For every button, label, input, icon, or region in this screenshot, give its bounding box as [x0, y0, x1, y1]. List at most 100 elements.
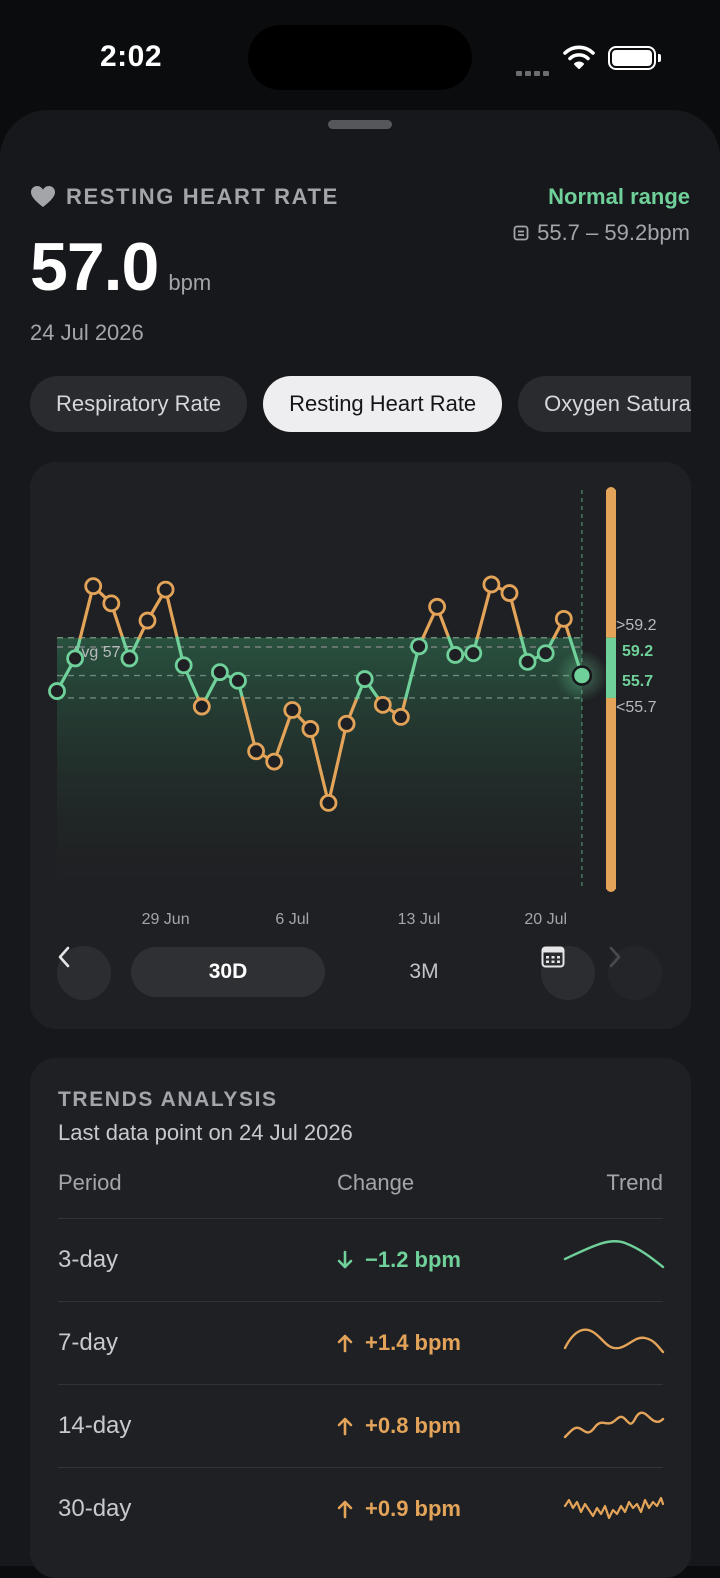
arrow-up-icon: [337, 1417, 353, 1436]
metric-header: RESTING HEART RATE: [30, 184, 339, 210]
range-label-below: <55.7: [616, 699, 657, 716]
range-label-top: 59.2: [622, 643, 653, 660]
status-time: 2:02: [100, 40, 163, 73]
trends-title: TRENDS ANALYSIS: [58, 1088, 278, 1111]
data-point: [500, 584, 519, 602]
cellular-signal-icon: [516, 63, 552, 81]
range-bar-cap-bottom: [606, 882, 616, 892]
trend-period: 14-day: [58, 1412, 132, 1439]
wifi-icon: [563, 45, 595, 69]
tab-label: Oxygen Saturation: [544, 391, 691, 416]
metric-value-row: 57.0 bpm: [30, 228, 211, 306]
data-point: [554, 609, 573, 628]
x-tick-label: 13 Jul: [398, 911, 441, 928]
header-trend: Trend: [606, 1170, 663, 1195]
range-bar-normal: [606, 637, 616, 698]
data-point: [464, 644, 483, 663]
data-point: [373, 695, 392, 714]
data-point: [138, 611, 157, 630]
normal-range-values: 55.7 – 59.2bpm: [513, 220, 690, 246]
heart-icon: [31, 186, 55, 207]
trend-change: +0.8 bpm: [337, 1413, 461, 1439]
header-period: Period: [58, 1170, 122, 1195]
calendar-button[interactable]: [541, 946, 595, 1000]
range-bar-cap-top: [606, 487, 616, 497]
trend-row[interactable]: 7-day +1.4 bpm: [58, 1301, 665, 1384]
x-tick-label: 20 Jul: [524, 911, 567, 928]
tab-resting-heart-rate[interactable]: Resting Heart Rate: [263, 376, 503, 432]
trend-period: 7-day: [58, 1329, 119, 1356]
data-point: [102, 594, 121, 613]
data-point: [446, 646, 465, 664]
trend-change: +1.4 bpm: [337, 1330, 461, 1356]
chart-card: Avg 57.5 >59.2 59.2 55.7 <55.7 29 Jun 6 Jul 13 …: [30, 462, 691, 1029]
data-point: [391, 707, 410, 726]
trend-change: −1.2 bpm: [337, 1247, 461, 1273]
trend-change: +0.9 bpm: [337, 1496, 461, 1522]
data-point: [518, 652, 537, 671]
trend-change-value: +1.4 bpm: [365, 1330, 461, 1355]
range-icon: [513, 225, 529, 241]
trend-change-value: +0.9 bpm: [365, 1496, 461, 1521]
trend-change-value: +0.8 bpm: [365, 1413, 461, 1438]
data-point: [482, 575, 501, 594]
arrow-down-icon: [337, 1250, 353, 1269]
selected-data-point: [571, 665, 593, 686]
data-point: [428, 597, 447, 616]
metric-value: 57.0: [30, 229, 159, 305]
tab-oxygen-saturation[interactable]: Oxygen Saturation: [518, 376, 691, 432]
range-label-above: >59.2: [616, 617, 657, 634]
data-point: [229, 671, 247, 690]
trend-sparkline: [563, 1411, 665, 1439]
data-point: [210, 663, 229, 682]
arrow-up-icon: [337, 1334, 353, 1353]
data-point: [84, 577, 103, 596]
tab-respiratory-rate[interactable]: Respiratory Rate: [30, 376, 248, 432]
trend-sparkline: [563, 1496, 665, 1520]
range-bar-below: [606, 697, 616, 889]
metric-tabs: Respiratory Rate Resting Heart Rate Oxyg…: [30, 376, 691, 432]
chart-controls: 30D 3M: [30, 946, 691, 1000]
data-point: [174, 656, 193, 675]
period-3m-button[interactable]: 3M: [326, 947, 522, 997]
dynamic-island: [248, 25, 472, 90]
data-point: [247, 742, 266, 761]
data-point: [410, 637, 428, 656]
range-label-bottom: 55.7: [622, 673, 653, 690]
calendar-icon: [541, 946, 565, 968]
tab-label: Resting Heart Rate: [289, 391, 477, 416]
x-tick-label: 29 Jun: [142, 911, 190, 928]
status-bar: 2:02: [0, 0, 720, 110]
data-point: [319, 793, 338, 812]
trend-row[interactable]: 14-day +0.8 bpm: [58, 1384, 665, 1467]
trend-change-value: −1.2 bpm: [365, 1247, 461, 1272]
data-point: [301, 720, 320, 738]
trends-card: TRENDS ANALYSIS Last data point on 24 Ju…: [30, 1058, 691, 1578]
data-point: [48, 682, 66, 700]
header-change: Change: [337, 1170, 415, 1195]
detail-sheet: RESTING HEART RATE 57.0 bpm 24 Jul 2026 …: [0, 110, 720, 1578]
next-period-button[interactable]: [608, 946, 662, 1000]
heart-rate-chart[interactable]: Avg 57.5>59.259.255.7<55.729 Jun 6 Jul 13 …: [30, 462, 691, 932]
x-tick-label: 6 Jul: [275, 911, 309, 928]
trend-sparkline: [563, 1328, 665, 1354]
metric-label: RESTING HEART RATE: [66, 184, 339, 209]
data-point: [265, 752, 284, 771]
data-point: [156, 580, 175, 599]
trend-row[interactable]: 30-day +0.9 bpm: [58, 1467, 665, 1550]
data-point: [536, 644, 555, 663]
metric-date: 24 Jul 2026: [30, 320, 144, 345]
data-point: [355, 670, 374, 688]
trends-subtitle: Last data point on 24 Jul 2026: [58, 1120, 353, 1145]
sheet-grabber[interactable]: [328, 120, 392, 129]
data-point: [192, 697, 211, 716]
trend-row[interactable]: 3-day −1.2 bpm: [58, 1218, 665, 1301]
previous-period-button[interactable]: [57, 946, 111, 1000]
data-point: [283, 701, 302, 719]
data-point: [337, 714, 356, 733]
tab-label: Respiratory Rate: [56, 391, 222, 416]
chevron-left-icon: [58, 946, 70, 968]
period-30d-button[interactable]: 30D: [131, 947, 325, 997]
metric-unit: bpm: [168, 270, 212, 295]
normal-range-title: Normal range: [548, 184, 690, 209]
